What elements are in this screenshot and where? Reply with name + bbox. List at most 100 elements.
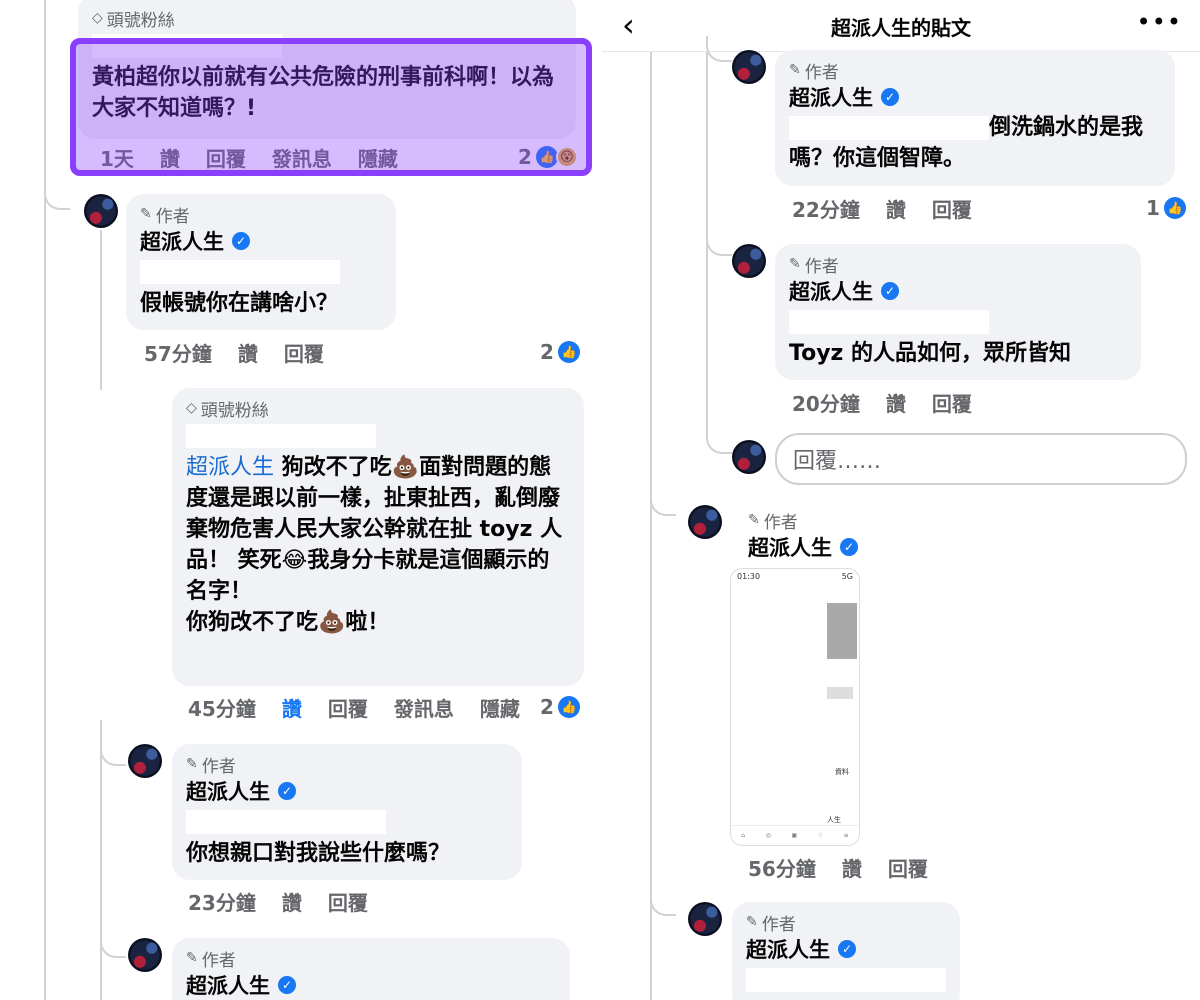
pencil-icon: ✎ [748,512,760,528]
verified-icon: ✓ [278,976,296,994]
pencil-icon: ✎ [789,256,801,272]
phone-status-bar: 01:30 5G [731,569,859,584]
avatar[interactable] [732,244,766,278]
avatar[interactable] [688,902,722,936]
thread-connector [100,932,126,958]
badge-label: 頭號粉絲 [106,10,175,31]
mention-link[interactable]: 超派人生 [186,455,274,480]
pencil-icon: ✎ [789,62,801,78]
reply-button[interactable]: 回覆 [932,194,972,223]
reply-button[interactable]: 回覆 [932,388,972,417]
name-label: 超派人生 [186,974,270,998]
more-options-icon[interactable]: ••• [1137,8,1182,36]
author-badge: ✎ 作者 [748,508,858,533]
comment-actions: 56分鐘 讚 回覆 [748,852,928,882]
comment-text: 倒洗鍋水的是我嗎？你這個智障。 [789,112,1161,174]
avatar[interactable] [84,194,118,228]
like-button[interactable]: 讚 [282,887,302,916]
reaction-count[interactable]: 2 👍 [540,692,580,722]
image-placeholder [827,603,857,659]
like-button[interactable]: 讚 [842,853,862,882]
thread-line [44,0,46,1000]
like-button[interactable]: 讚 [886,388,906,417]
right-screenshot: ‹ 超派人生的貼文 ••• ✎ 作者 超派人生 ✓ 倒洗鍋水的是我嗎？你這個智障… [602,0,1200,1000]
name-label: 超派人生 [789,86,873,110]
reply-button[interactable]: 回覆 [328,693,368,722]
name-label: 超派人生 [746,938,830,962]
author-name[interactable]: 超派人生 ✓ [789,276,1127,306]
like-button[interactable]: 讚 [238,338,258,367]
comment-text: Toyz 的人品如何，眾所皆知 [789,341,1072,366]
comment-bubble: ◇ 頭號粉絲 超派人生 狗改不了吃💩面對問題的態度還是跟以前一樣，扯東扯西，亂倒… [172,388,584,686]
redacted-name [186,424,376,448]
reply-input[interactable]: 回覆…… [775,433,1187,485]
comment-bubble: ✎ 作者 超派人生 ✓ [732,902,960,1000]
like-reaction-icon: 👍 [557,696,580,718]
phone-signal: 5G [841,572,853,581]
thread-line [100,720,102,1000]
reaction-count[interactable]: 1 👍 [1146,193,1186,223]
timestamp: 23分鐘 [188,890,256,915]
like-button[interactable]: 讚 [886,194,906,223]
comment-actions: 45分鐘 讚 回覆 發訊息 隱藏 [188,692,520,722]
name-label: 超派人生 [789,280,873,304]
thread-connector [100,740,126,766]
author-name[interactable]: 超派人生 ✓ [746,934,946,964]
avatar[interactable] [128,938,162,972]
badge-label: 作者 [804,62,839,83]
avatar[interactable] [128,744,162,778]
image-placeholder [827,687,853,699]
phone-tab-bar: ⌂ ◎ ▣ ♢ ≡ [731,825,859,845]
avatar[interactable] [732,50,766,84]
author-name[interactable]: 超派人生 ✓ [140,226,382,256]
verified-icon: ✓ [881,282,899,300]
author-badge: ✎ 作者 [789,252,1127,277]
thread-connector [706,230,732,256]
reaction-number: 1 [1146,196,1160,220]
name-label: 超派人生 [186,780,270,804]
post-header: ‹ 超派人生的貼文 ••• [602,0,1200,52]
timestamp: 57分鐘 [144,341,212,366]
comment-actions: 22分鐘 讚 回覆 [792,193,972,223]
top-fan-badge: ◇ 頭號粉絲 [186,396,570,421]
pencil-icon: ✎ [140,206,152,222]
author-name[interactable]: 超派人生 ✓ [789,82,1161,112]
diamond-icon: ◇ [186,400,197,416]
hide-button[interactable]: 隱藏 [480,693,520,722]
phone-user: 人生 [827,816,841,824]
badge-label: 作者 [201,950,236,971]
like-reaction-icon: 👍 [557,341,580,363]
comment-text: 超派人生 狗改不了吃💩面對問題的態度還是跟以前一樣，扯東扯西，亂倒廢棄物危害人民… [186,452,570,607]
like-button[interactable]: 讚 [282,693,302,722]
author-badge: ✎ 作者 [746,910,946,935]
reply-button[interactable]: 回覆 [284,338,324,367]
reaction-number: 2 [540,340,554,364]
author-name[interactable]: 超派人生 ✓ [186,776,508,806]
top-fan-badge: ◇ 頭號粉絲 [92,6,562,31]
author-name[interactable]: 超派人生 ✓ [748,532,858,562]
page-title: 超派人生的貼文 [831,16,971,40]
comment-bubble: ✎ 作者 超派人生 ✓ [172,938,570,1000]
thread-connector [650,890,676,916]
badge-label: 作者 [763,512,798,533]
comment-text: 你想親口對我說些什麼嗎？ [186,841,451,866]
timestamp: 45分鐘 [188,696,256,721]
verified-icon: ✓ [278,782,296,800]
author-badge: ✎ 作者 [789,58,1161,83]
highlight-box [70,38,592,176]
verified-icon: ✓ [838,940,856,958]
reaction-count[interactable]: 2 👍 [540,337,580,367]
timestamp: 22分鐘 [792,197,860,222]
reply-button[interactable]: 回覆 [888,853,928,882]
badge-label: 頭號粉絲 [200,400,269,421]
comment-text: 你狗改不了吃💩啦！ [186,610,390,635]
attached-screenshot[interactable]: 01:30 5G 資料 人生 ⌂ ◎ ▣ ♢ ≡ [730,568,860,846]
reply-button[interactable]: 回覆 [328,887,368,916]
avatar[interactable] [688,505,722,539]
message-button[interactable]: 發訊息 [394,693,454,722]
author-name[interactable]: 超派人生 ✓ [186,970,556,1000]
badge-label: 作者 [761,914,796,935]
comment-actions: 20分鐘 讚 回覆 [792,387,972,417]
thread-line [650,52,652,1000]
redacted-line [186,810,386,834]
